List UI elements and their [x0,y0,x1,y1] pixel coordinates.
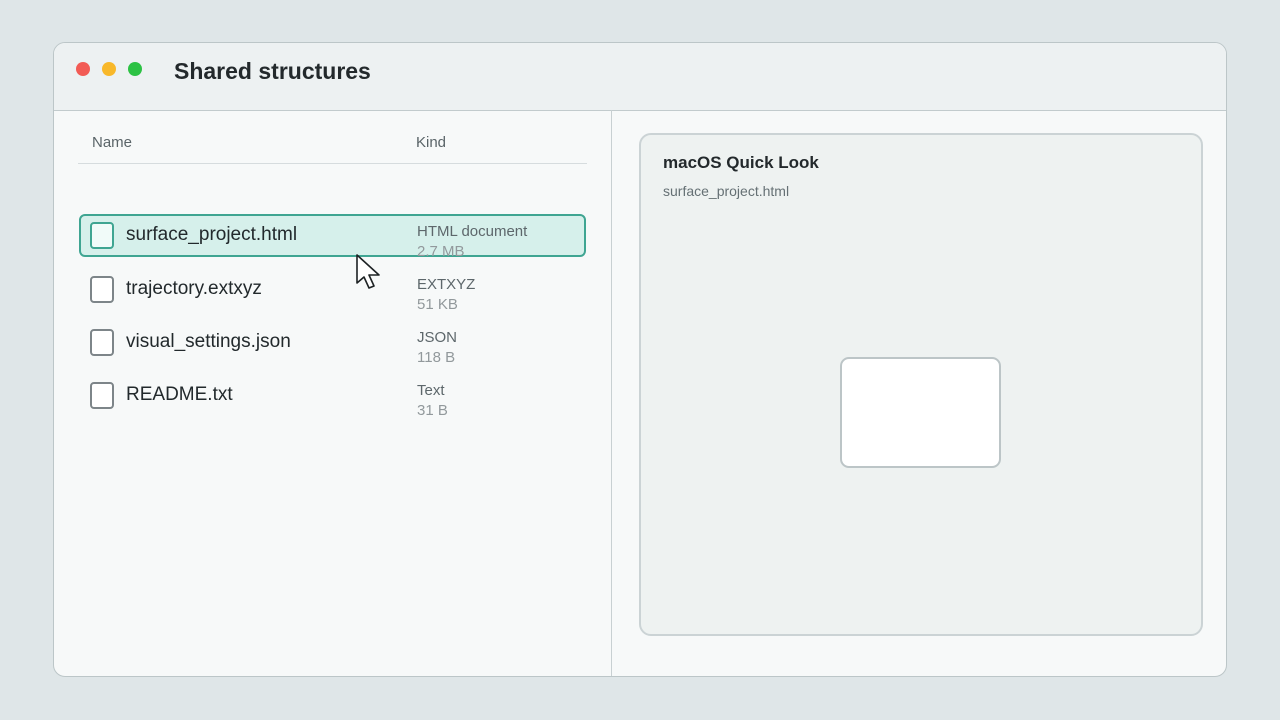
file-row-trajectory[interactable]: trajectory.extxyz EXTXYZ 51 KB [79,267,586,313]
file-name: README.txt [126,384,233,405]
preview-thumbnail [840,357,1001,468]
file-kind: JSON [417,329,458,346]
file-kind: EXTXYZ [417,276,476,293]
file-row-readme[interactable]: README.txt Text 31 B [79,373,586,419]
file-size: 31 B [417,402,448,419]
file-name: surface_project.html [126,224,298,245]
file-row-visual-settings[interactable]: visual_settings.json JSON 118 B [79,320,586,366]
file-size: 118 B [417,349,456,366]
file-size: 2.7 MB [417,243,465,260]
title-bar: Shared structures [54,43,1226,111]
minimize-window-button[interactable] [102,62,116,76]
file-kind: HTML document [417,223,528,240]
file-list-pane: Name Kind surface_project.html HTML docu… [54,110,612,676]
header-divider [78,163,587,164]
file-name: trajectory.extxyz [126,278,262,299]
quick-look-panel: macOS Quick Look surface_project.html [639,133,1203,636]
file-size: 51 KB [417,296,458,313]
file-kind: Text [417,382,445,399]
finder-window: Shared structures Name Kind surface_proj… [53,42,1227,677]
file-icon [90,222,114,249]
column-header-name[interactable]: Name [92,134,132,151]
column-header-kind[interactable]: Kind [416,134,446,151]
mouse-pointer-icon [356,254,380,289]
preview-title: macOS Quick Look [663,153,819,172]
file-row-surface-project[interactable]: surface_project.html HTML document 2.7 M… [79,214,586,260]
file-icon [90,382,114,409]
window-title: Shared structures [174,58,371,84]
file-name: visual_settings.json [126,331,291,352]
preview-filename: surface_project.html [663,183,790,199]
zoom-window-button[interactable] [128,62,142,76]
file-icon [90,329,114,356]
close-window-button[interactable] [76,62,90,76]
file-icon [90,276,114,303]
